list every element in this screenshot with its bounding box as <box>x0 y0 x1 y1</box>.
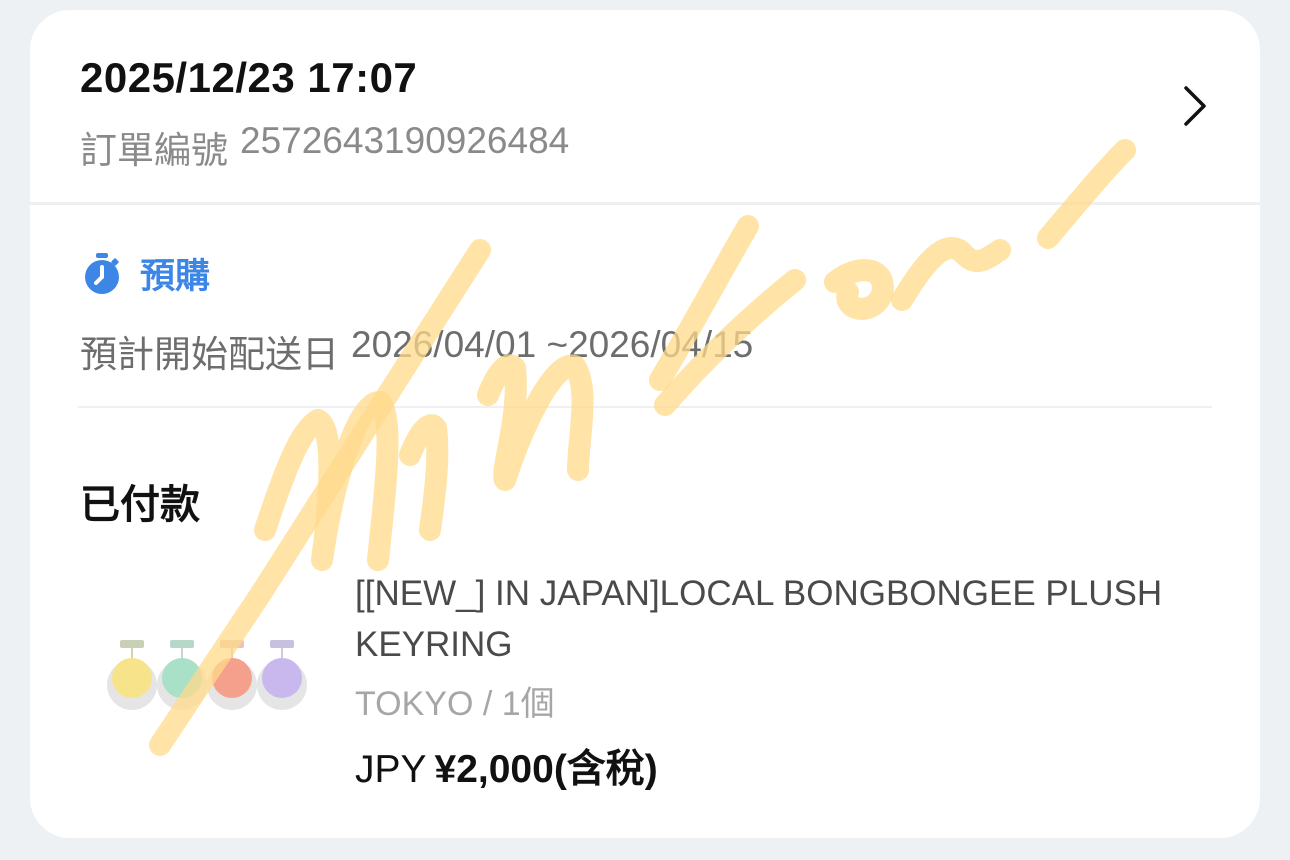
payment-status: 已付款 <box>80 483 200 527</box>
product-title[interactable]: [[NEW_] IN JAPAN]LOCAL BONGBONGEE PLUSH … <box>355 568 1235 670</box>
order-header[interactable]: 2025/12/23 17:07 訂單編號 2572643190926484 <box>30 10 1260 202</box>
preorder-badge: 預購 <box>80 248 210 299</box>
estimated-ship-date: 預計開始配送日 2026/04/01 ~2026/04/15 <box>80 324 753 378</box>
preorder-label: 預購 <box>140 257 211 296</box>
chevron-right-icon[interactable] <box>1176 82 1216 130</box>
order-number-value: 2572643190926484 <box>240 120 570 161</box>
price-currency: JPY <box>355 748 427 791</box>
section-divider <box>30 202 1260 205</box>
ship-date-label: 預計開始配送日 <box>80 334 339 375</box>
order-card: 2025/12/23 17:07 訂單編號 2572643190926484 預… <box>30 10 1260 838</box>
keyring-plush-mint <box>157 640 207 710</box>
section-divider <box>78 406 1212 408</box>
price-amount: ¥2,000(含稅) <box>434 748 658 791</box>
product-thumbnail[interactable] <box>98 600 308 730</box>
keyring-plush-yellow <box>107 640 157 710</box>
product-price: JPY ¥2,000(含稅) <box>355 738 658 794</box>
product-variant: TOKYO / 1個 <box>355 685 555 723</box>
keyring-plush-lavender <box>257 640 307 710</box>
order-datetime: 2025/12/23 17:07 <box>80 54 418 101</box>
ship-date-range: 2026/04/01 ~2026/04/15 <box>351 324 754 365</box>
order-number-row: 訂單編號 2572643190926484 <box>80 120 569 174</box>
order-number-label: 訂單編號 <box>80 130 228 171</box>
keyring-plush-coral <box>207 640 257 710</box>
stopwatch-icon <box>85 252 119 294</box>
